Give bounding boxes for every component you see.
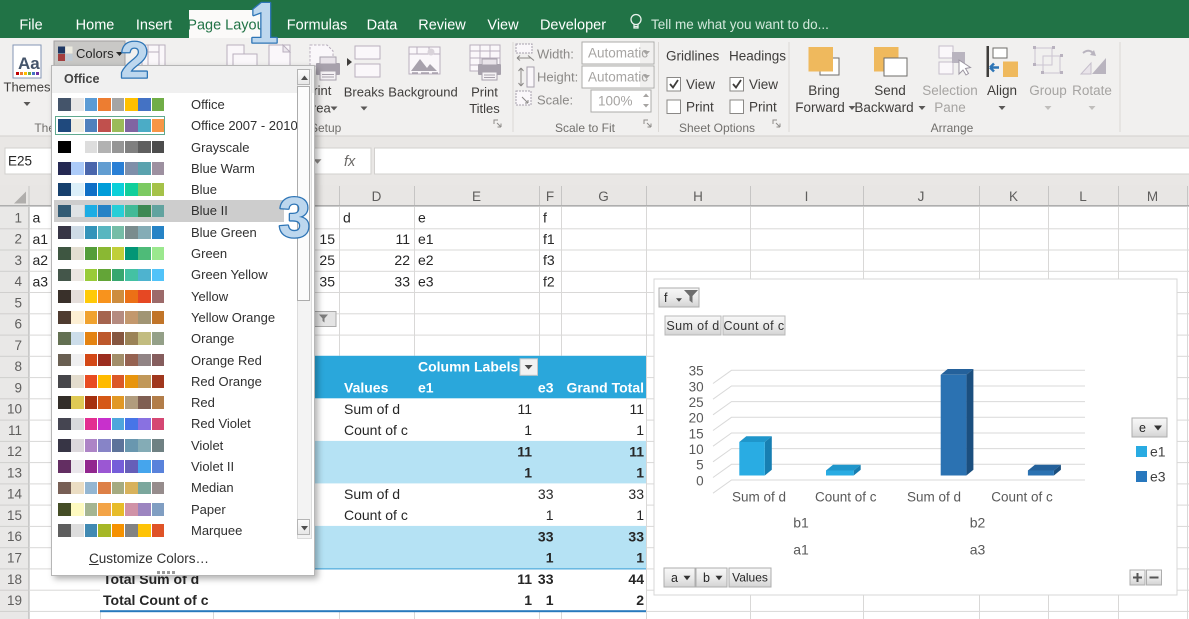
svg-text:2: 2	[120, 32, 148, 89]
svg-text:3: 3	[279, 186, 311, 250]
